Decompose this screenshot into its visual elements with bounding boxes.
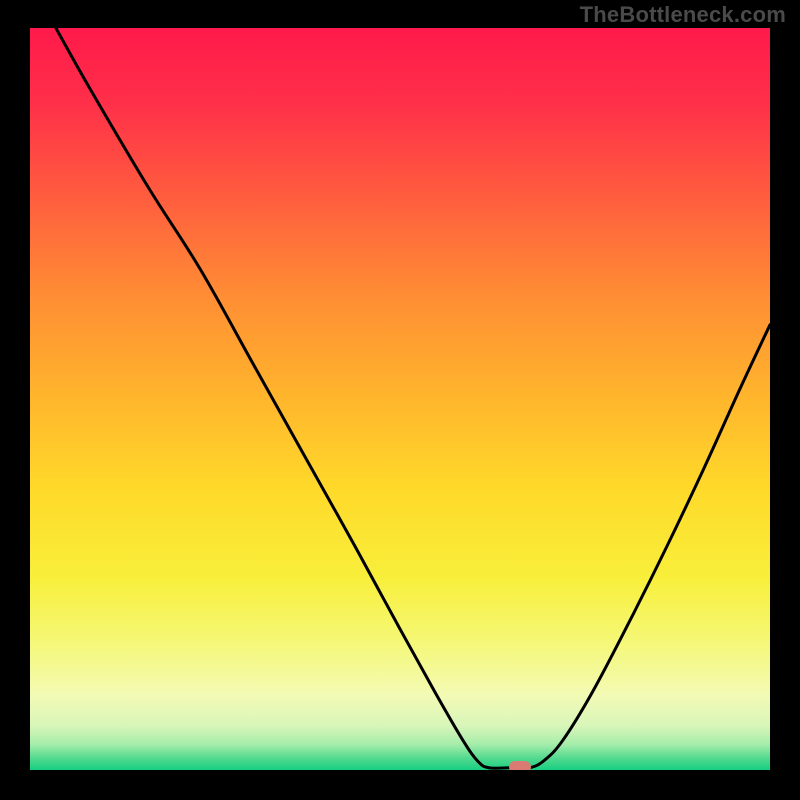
plot-area — [30, 28, 770, 770]
bottleneck-curve — [30, 28, 770, 770]
chart-frame: TheBottleneck.com — [0, 0, 800, 800]
optimal-point-marker — [509, 761, 531, 770]
watermark-text: TheBottleneck.com — [580, 2, 786, 28]
